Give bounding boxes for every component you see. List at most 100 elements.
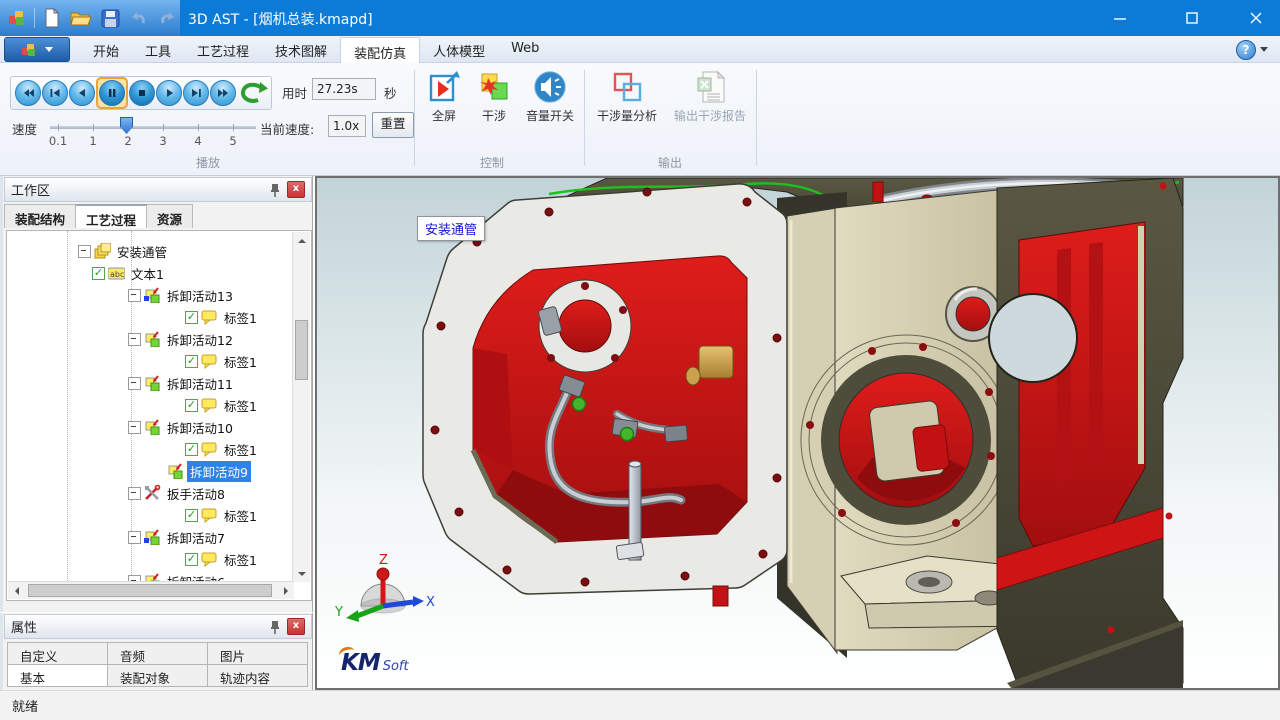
- fast-rewind-button[interactable]: [15, 80, 41, 106]
- tree-item[interactable]: ✓ abc 文本1: [92, 263, 167, 283]
- elapsed-time-field[interactable]: 27.23s: [312, 78, 376, 100]
- tree-item[interactable]: 扳手活动8: [128, 483, 228, 503]
- model-right-side-wall: [989, 178, 1183, 688]
- tab-start[interactable]: 开始: [80, 36, 132, 63]
- fast-forward-button[interactable]: [210, 80, 236, 106]
- play-button[interactable]: [156, 80, 182, 106]
- skip-to-end-button[interactable]: [183, 80, 209, 106]
- reset-button[interactable]: 重置: [372, 112, 414, 138]
- tab-technical-illustration[interactable]: 技术图解: [262, 36, 340, 63]
- app-logo-icon: [5, 6, 29, 30]
- fullscreen-icon: [427, 70, 461, 104]
- prop-tab-basic[interactable]: 基本: [7, 664, 108, 687]
- tab-resources[interactable]: 资源: [146, 204, 193, 228]
- tree-vertical-scrollbar[interactable]: [292, 232, 310, 582]
- step-back-button[interactable]: [69, 80, 95, 106]
- skip-to-start-button[interactable]: [42, 80, 68, 106]
- tree-item[interactable]: ✓ 标签1: [185, 505, 260, 525]
- pause-button[interactable]: [99, 80, 125, 106]
- open-folder-icon[interactable]: [69, 6, 93, 30]
- current-speed-field[interactable]: 1.0x: [328, 115, 366, 137]
- save-icon[interactable]: [98, 6, 122, 30]
- scrollbar-thumb[interactable]: [295, 320, 308, 380]
- interference-button[interactable]: 干涉: [470, 70, 518, 136]
- tab-assembly-structure[interactable]: 装配结构: [4, 204, 76, 228]
- tab-assembly-simulation[interactable]: 装配仿真: [340, 37, 420, 63]
- ribbon: 用时 27.23s 秒 速度 0.1 1 2 3 4 5 当前速度: 1.0x …: [0, 63, 1280, 176]
- tree-item[interactable]: ✓ 标签1: [185, 549, 260, 569]
- pin-icon[interactable]: [269, 183, 281, 197]
- tree-item[interactable]: ✓ 标签1: [185, 307, 260, 327]
- tree-item[interactable]: 拆卸活动11: [128, 373, 236, 393]
- tree-item[interactable]: ✓ 标签1: [185, 395, 260, 415]
- help-button[interactable]: ?: [1236, 39, 1274, 60]
- close-button[interactable]: [1232, 0, 1280, 36]
- tab-process[interactable]: 工艺过程: [184, 36, 262, 63]
- playback-controls: [10, 76, 272, 110]
- tree-item[interactable]: 拆卸活动13: [128, 285, 236, 305]
- scroll-down-icon[interactable]: [293, 565, 310, 582]
- speed-slider-thumb[interactable]: [120, 117, 133, 134]
- tree-item[interactable]: 拆卸活动12: [128, 329, 236, 349]
- loop-button[interactable]: [237, 79, 269, 107]
- workspace-close-icon[interactable]: x: [287, 181, 305, 198]
- scroll-left-icon[interactable]: [8, 582, 25, 599]
- minimize-button[interactable]: [1096, 0, 1144, 36]
- prop-tab-assembly-object[interactable]: 装配对象: [107, 664, 208, 687]
- application-menu-button[interactable]: [4, 37, 70, 62]
- redo-icon[interactable]: [156, 6, 180, 30]
- tree-item[interactable]: ✓ 标签1: [185, 351, 260, 371]
- checkbox-checked[interactable]: ✓: [185, 509, 198, 522]
- tag-bubble-icon: [201, 353, 218, 369]
- scrollbar-thumb[interactable]: [28, 584, 272, 597]
- undo-icon[interactable]: [127, 6, 151, 30]
- speed-slider-track[interactable]: [50, 126, 256, 129]
- green-nut: [621, 428, 634, 441]
- collapse-icon[interactable]: [78, 245, 91, 258]
- checkbox-checked[interactable]: ✓: [185, 553, 198, 566]
- tree-item-selected[interactable]: 拆卸活动9: [164, 461, 251, 481]
- checkbox-checked[interactable]: ✓: [185, 311, 198, 324]
- workspace-panel-title: 工作区: [11, 180, 263, 199]
- tree-item[interactable]: 拆卸活动7: [128, 527, 228, 547]
- slider-tick-label: 3: [148, 134, 178, 148]
- tab-web[interactable]: Web: [498, 36, 552, 63]
- collapse-icon[interactable]: [128, 333, 141, 346]
- prop-tab-audio[interactable]: 音频: [107, 642, 208, 665]
- interference-analysis-button[interactable]: 干涉量分析: [590, 70, 664, 136]
- stop-button[interactable]: [129, 80, 155, 106]
- collapse-icon[interactable]: [128, 421, 141, 434]
- slider-tick-label: 1: [78, 134, 108, 148]
- prop-tab-custom[interactable]: 自定义: [7, 642, 108, 665]
- scroll-right-icon[interactable]: [277, 582, 294, 599]
- tab-tools[interactable]: 工具: [132, 36, 184, 63]
- prop-tab-track-content[interactable]: 轨迹内容: [207, 664, 308, 687]
- collapse-icon[interactable]: [128, 377, 141, 390]
- collapse-icon[interactable]: [128, 531, 141, 544]
- tree-item[interactable]: 安装通管: [78, 241, 170, 261]
- pin-icon[interactable]: [269, 620, 281, 634]
- part-annotation-label[interactable]: 安装通管: [417, 216, 485, 241]
- new-document-icon[interactable]: [40, 6, 64, 30]
- tab-process-tree[interactable]: 工艺过程: [75, 204, 147, 228]
- properties-close-icon[interactable]: x: [287, 618, 305, 635]
- checkbox-checked[interactable]: ✓: [92, 267, 105, 280]
- collapse-icon[interactable]: [128, 289, 141, 302]
- tab-human-model[interactable]: 人体模型: [420, 36, 498, 63]
- tree-item[interactable]: 拆卸活动10: [128, 417, 236, 437]
- tree-horizontal-scrollbar[interactable]: [8, 581, 294, 599]
- checkbox-checked[interactable]: ✓: [185, 355, 198, 368]
- checkbox-checked[interactable]: ✓: [185, 443, 198, 456]
- fullscreen-button[interactable]: 全屏: [420, 70, 468, 136]
- export-interference-report-button[interactable]: 输出干涉报告: [666, 70, 754, 136]
- volume-toggle-button[interactable]: 音量开关: [520, 70, 580, 136]
- group-separator: [756, 70, 757, 166]
- maximize-button[interactable]: [1168, 0, 1216, 36]
- tree-item[interactable]: ✓ 标签1: [185, 439, 260, 459]
- prop-tab-image[interactable]: 图片: [207, 642, 308, 665]
- checkbox-checked[interactable]: ✓: [185, 399, 198, 412]
- viewport-3d[interactable]: Z X Y 安装通管 KM Soft: [315, 176, 1280, 690]
- scroll-up-icon[interactable]: [293, 232, 310, 249]
- interference-icon: [477, 70, 511, 104]
- collapse-icon[interactable]: [128, 487, 141, 500]
